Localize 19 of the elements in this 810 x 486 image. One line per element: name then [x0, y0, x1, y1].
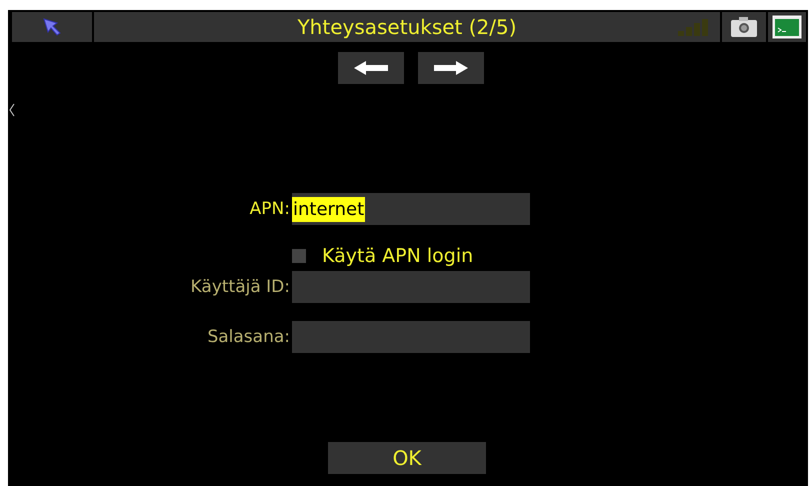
- cursor-icon: [43, 18, 61, 36]
- back-button[interactable]: [338, 52, 404, 84]
- forward-button[interactable]: [418, 52, 484, 84]
- input-field[interactable]: [292, 271, 530, 303]
- field-label: Käyttäjä ID:: [190, 277, 290, 297]
- checkbox[interactable]: [292, 249, 306, 263]
- field-label: APN:: [250, 199, 290, 219]
- ok-button[interactable]: OK: [328, 442, 486, 474]
- chevron-icon: [8, 103, 16, 117]
- input-field[interactable]: internet: [292, 193, 530, 225]
- field-label: Salasana:: [207, 327, 290, 347]
- left-arrow-icon: [354, 61, 388, 75]
- camera-icon[interactable]: [730, 16, 758, 38]
- input-field[interactable]: [292, 321, 530, 353]
- field-value: internet: [292, 196, 366, 222]
- right-arrow-icon: [434, 61, 468, 75]
- window-title: Yhteysasetukset (2/5): [297, 15, 517, 39]
- terminal-icon[interactable]: [772, 15, 802, 39]
- checkbox-label: Käytä APN login: [322, 245, 474, 267]
